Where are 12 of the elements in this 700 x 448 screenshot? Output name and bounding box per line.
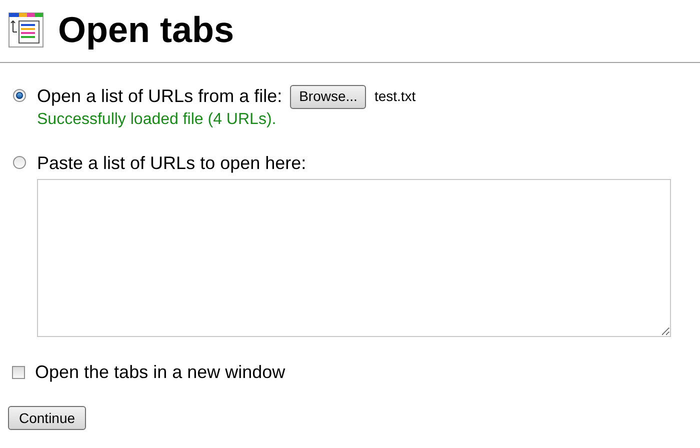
- browse-button[interactable]: Browse...: [290, 84, 366, 108]
- option-label: Open a list of URLs from a file:: [37, 85, 282, 108]
- checkbox[interactable]: [12, 366, 25, 379]
- file-name: test.txt: [374, 87, 416, 106]
- radio-button[interactable]: [13, 89, 26, 102]
- checkbox-label: Open the tabs in a new window: [35, 361, 286, 384]
- option-label: Paste a list of URLs to open here:: [37, 153, 306, 173]
- status-message: Successfully loaded file (4 URLs).: [37, 110, 278, 130]
- continue-button[interactable]: Continue: [8, 406, 86, 430]
- tabs-list-icon: [8, 12, 44, 48]
- radio-button[interactable]: [13, 156, 26, 169]
- page-title: Open tabs: [58, 8, 234, 52]
